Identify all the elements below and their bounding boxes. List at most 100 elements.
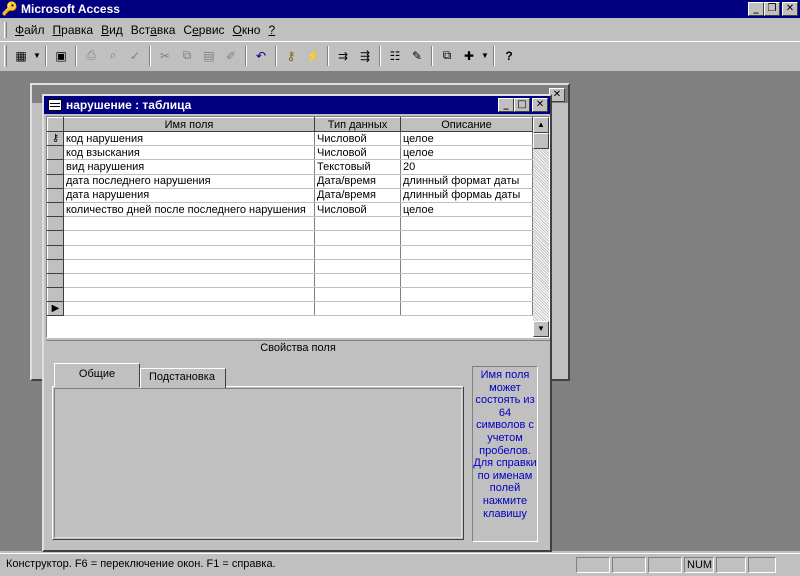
- empty-cell[interactable]: [63, 216, 315, 232]
- close-button[interactable]: ✕: [532, 98, 548, 112]
- field-name-cell[interactable]: вид нарушения: [63, 159, 315, 175]
- empty-row[interactable]: [47, 272, 533, 289]
- empty-cell[interactable]: [400, 301, 533, 317]
- empty-cell[interactable]: [400, 245, 533, 260]
- data-type-cell[interactable]: Текстовый: [314, 159, 401, 175]
- scroll-thumb[interactable]: [533, 133, 549, 149]
- spelling-icon[interactable]: ✓: [124, 45, 146, 67]
- insert-rows-icon[interactable]: ⇉: [332, 45, 354, 67]
- data-type-cell[interactable]: Дата/время: [314, 188, 401, 203]
- empty-cell[interactable]: [314, 273, 401, 289]
- row-selector[interactable]: [47, 230, 64, 246]
- empty-cell[interactable]: [314, 230, 401, 246]
- field-name-cell[interactable]: код нарушения: [63, 131, 315, 147]
- field-name-cell[interactable]: код взыскания: [63, 145, 315, 161]
- table-row[interactable]: код взыскания Числовой целое: [47, 145, 533, 161]
- data-type-cell[interactable]: Числовой: [314, 145, 401, 161]
- row-selector[interactable]: [47, 287, 64, 303]
- menu-item-3[interactable]: Вставка: [127, 23, 180, 37]
- empty-cell[interactable]: [63, 273, 315, 289]
- table-row[interactable]: ⚷ код нарушения Числовой целое: [47, 130, 533, 147]
- row-selector[interactable]: [47, 173, 64, 189]
- table-row[interactable]: количество дней после последнего нарушен…: [47, 201, 533, 218]
- empty-cell[interactable]: [63, 230, 315, 246]
- save-icon[interactable]: ▣: [50, 45, 72, 67]
- empty-cell[interactable]: [400, 230, 533, 246]
- empty-cell[interactable]: [400, 259, 533, 274]
- empty-cell[interactable]: [314, 259, 401, 274]
- field-name-cell[interactable]: дата последнего нарушения: [63, 174, 315, 189]
- empty-cell[interactable]: [400, 287, 533, 303]
- tab-general[interactable]: Общие: [54, 363, 140, 387]
- description-cell[interactable]: 20: [400, 159, 533, 175]
- undo-icon[interactable]: ↶: [250, 45, 272, 67]
- database-window-icon[interactable]: ⧉: [436, 45, 458, 67]
- scroll-up-icon[interactable]: ▲: [533, 117, 549, 133]
- table-row[interactable]: дата последнего нарушения Дата/время длинн…: [47, 173, 533, 189]
- empty-cell[interactable]: [63, 245, 315, 260]
- empty-cell[interactable]: [314, 287, 401, 303]
- row-selector[interactable]: [47, 201, 64, 218]
- column-header-data-type[interactable]: Тип данных: [314, 117, 401, 132]
- view-icon[interactable]: ▦: [10, 45, 32, 67]
- new-object-dropdown-icon[interactable]: ▼: [480, 45, 490, 67]
- empty-row[interactable]: [47, 244, 533, 260]
- row-selector[interactable]: [47, 244, 64, 260]
- menu-item-2[interactable]: Вид: [97, 23, 127, 37]
- empty-cell[interactable]: [314, 301, 401, 317]
- description-cell[interactable]: целое: [400, 131, 533, 147]
- row-selector[interactable]: [47, 187, 64, 203]
- new-object-icon[interactable]: ✚: [458, 45, 480, 67]
- row-selector[interactable]: [47, 258, 64, 274]
- table-row[interactable]: дата нарушения Дата/время длинный формаь д…: [47, 187, 533, 203]
- data-type-cell[interactable]: Числовой: [314, 131, 401, 147]
- description-cell[interactable]: длинный формаь даты: [400, 188, 533, 203]
- vertical-scrollbar[interactable]: ▲ ▼: [533, 117, 549, 337]
- format-painter-icon[interactable]: ✐: [220, 45, 242, 67]
- row-selector[interactable]: [47, 216, 64, 232]
- empty-row[interactable]: [47, 258, 533, 274]
- column-header-description[interactable]: Описание: [400, 117, 533, 132]
- field-name-cell[interactable]: количество дней после последнего нарушен…: [63, 202, 315, 218]
- empty-row[interactable]: ▶: [47, 301, 533, 317]
- row-selector[interactable]: [47, 272, 64, 289]
- empty-cell[interactable]: [314, 245, 401, 260]
- preview-icon[interactable]: ⌕: [102, 45, 124, 67]
- empty-row[interactable]: [47, 216, 533, 232]
- empty-cell[interactable]: [314, 216, 401, 232]
- print-icon[interactable]: ⎙: [80, 45, 102, 67]
- properties-icon[interactable]: ☷: [384, 45, 406, 67]
- primary-key-icon[interactable]: ⚷: [47, 130, 64, 147]
- close-button[interactable]: ✕: [782, 2, 798, 16]
- menu-item-1[interactable]: Правка: [49, 23, 98, 37]
- restore-button[interactable]: ❐: [764, 2, 780, 16]
- description-cell[interactable]: целое: [400, 145, 533, 161]
- empty-cell[interactable]: [63, 259, 315, 274]
- build-icon[interactable]: ✎: [406, 45, 428, 67]
- minimize-button[interactable]: _: [748, 2, 764, 16]
- row-selector[interactable]: [47, 145, 64, 161]
- tab-lookup[interactable]: Подстановка: [140, 368, 226, 388]
- data-type-cell[interactable]: Числовой: [314, 202, 401, 218]
- row-selector[interactable]: [47, 159, 64, 175]
- scroll-track[interactable]: [533, 149, 549, 321]
- table-row[interactable]: вид нарушения Текстовый 20: [47, 159, 533, 175]
- primary-key-icon[interactable]: ⚷: [280, 45, 302, 67]
- empty-cell[interactable]: [400, 216, 533, 232]
- column-header-field-name[interactable]: Имя поля: [63, 117, 315, 132]
- delete-rows-icon[interactable]: ⇶: [354, 45, 376, 67]
- menu-item-6[interactable]: ?: [264, 23, 279, 37]
- view-dropdown-icon[interactable]: ▼: [32, 45, 42, 67]
- indexes-icon[interactable]: ⚡: [302, 45, 324, 67]
- empty-cell[interactable]: [400, 273, 533, 289]
- data-type-cell[interactable]: Дата/время: [314, 174, 401, 189]
- menu-item-0[interactable]: Файл: [11, 23, 49, 37]
- menu-item-4[interactable]: Сервис: [179, 23, 228, 37]
- copy-icon[interactable]: ⧉: [176, 45, 198, 67]
- empty-cell[interactable]: [63, 301, 315, 317]
- empty-row[interactable]: [47, 287, 533, 303]
- description-cell[interactable]: целое: [400, 202, 533, 218]
- menu-item-5[interactable]: Окно: [229, 23, 265, 37]
- minimize-button[interactable]: _: [498, 98, 514, 112]
- empty-row[interactable]: [47, 230, 533, 246]
